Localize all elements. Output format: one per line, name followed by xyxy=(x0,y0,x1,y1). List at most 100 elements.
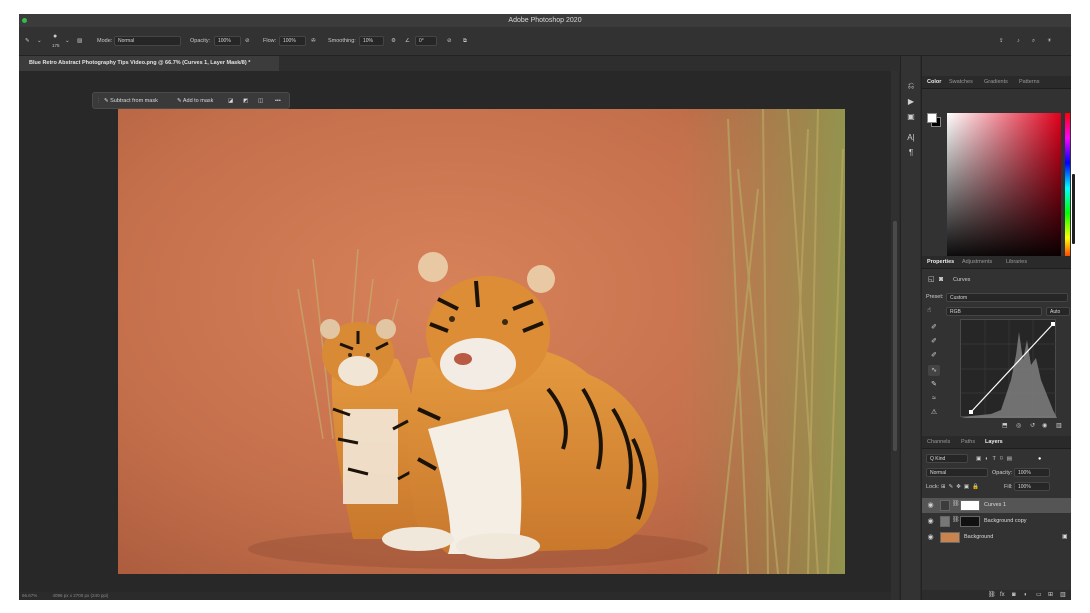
pencil-icon[interactable]: ✎ xyxy=(928,379,940,390)
canvas-vertical-scrollbar[interactable] xyxy=(891,71,899,600)
tool-preset-chevron-icon[interactable]: ⌄ xyxy=(37,36,42,47)
layer-opacity-field[interactable]: 100% xyxy=(1014,468,1050,477)
layer-mask-thumb[interactable] xyxy=(960,500,980,511)
brush-size-chevron-icon[interactable]: ⌄ xyxy=(65,36,70,47)
lightbulb-icon[interactable]: ☀ xyxy=(1047,36,1052,47)
brush-settings-icon[interactable]: ▨ xyxy=(77,36,82,47)
tab-gradients[interactable]: Gradients xyxy=(984,76,1008,89)
new-layer-icon[interactable]: ⊞ xyxy=(1048,590,1053,600)
scrollbar-thumb[interactable] xyxy=(893,221,897,451)
layer-thumb xyxy=(940,516,950,527)
document-canvas-image[interactable] xyxy=(118,109,845,574)
layer-row[interactable]: ◉ ⛓ Curves 1 xyxy=(922,498,1071,513)
document-tab[interactable]: Blue Retro Abstract Photography Tips Vid… xyxy=(19,56,279,71)
tab-adjustments[interactable]: Adjustments xyxy=(962,256,992,269)
layer-row[interactable]: ◉ Background ▣ xyxy=(922,530,1071,545)
tab-color[interactable]: Color xyxy=(927,76,941,89)
reset-icon[interactable]: ↺ xyxy=(1030,420,1035,432)
comments-icon[interactable]: ▣ xyxy=(905,111,917,123)
layer-row[interactable]: ◉ ⛓ Background copy xyxy=(922,514,1071,529)
tab-layers[interactable]: Layers xyxy=(985,436,1003,449)
clipping-warning-icon[interactable]: ⚠ xyxy=(928,407,940,418)
mask-options-icon[interactable]: ◪ xyxy=(228,96,233,107)
invert-mask-icon[interactable]: ◩ xyxy=(243,96,248,107)
black-point-eyedropper-icon[interactable]: ✐ xyxy=(928,322,940,333)
filter-icons[interactable]: ▣◐T⌑▤ xyxy=(976,453,1016,465)
pressure-opacity-icon[interactable]: ⊘ xyxy=(245,36,250,47)
preset-select[interactable]: Custom xyxy=(946,293,1068,302)
tab-libraries[interactable]: Libraries xyxy=(1006,256,1027,269)
window-close-dot[interactable] xyxy=(22,18,27,23)
tab-paths[interactable]: Paths xyxy=(961,436,975,449)
fill-field[interactable]: 100% xyxy=(1014,482,1050,491)
share-icon[interactable]: ⇪ xyxy=(999,36,1004,47)
chain-icon[interactable]: ⛓ xyxy=(952,500,960,507)
mode-select[interactable]: Normal xyxy=(114,36,181,46)
tab-bar-empty xyxy=(279,56,919,71)
opacity-field[interactable]: 100% xyxy=(214,36,241,46)
tab-swatches[interactable]: Swatches xyxy=(949,76,973,89)
visibility-icon[interactable]: ◉ xyxy=(1042,420,1047,432)
curves-graph[interactable] xyxy=(960,319,1057,418)
curves-adjustment-icon: ◱ xyxy=(928,276,935,283)
smooth-curve-icon[interactable]: ≈ xyxy=(928,393,940,404)
angle-field[interactable]: 0° xyxy=(415,36,437,46)
channel-select[interactable]: RGB xyxy=(946,307,1042,316)
symmetry-icon[interactable]: ⧉ xyxy=(463,36,467,47)
hue-slider[interactable] xyxy=(1065,113,1070,263)
tab-channels[interactable]: Channels xyxy=(927,436,950,449)
add-mask-icon[interactable]: ◙ xyxy=(1012,590,1016,600)
search-icon[interactable]: ⌕ xyxy=(1032,36,1035,47)
layer-mask-thumb[interactable] xyxy=(960,516,980,527)
group-icon[interactable]: ▭ xyxy=(1036,590,1042,600)
zoom-level[interactable]: 66.67% xyxy=(22,593,37,598)
clip-to-layer-icon[interactable]: ⬒ xyxy=(1002,420,1008,432)
lock-icon: ▣ xyxy=(1062,534,1068,540)
paragraph-icon[interactable]: ¶ xyxy=(905,147,917,159)
history-icon[interactable]: ⎌ xyxy=(905,80,917,92)
trash-icon[interactable]: ▥ xyxy=(1060,590,1066,600)
properties-panel-tabs: Properties Adjustments Libraries xyxy=(922,256,1071,269)
blend-mode-select[interactable]: Normal xyxy=(926,468,988,477)
view-previous-icon[interactable]: ◎ xyxy=(1016,420,1021,432)
lock-label: Lock: xyxy=(926,484,940,490)
gear-icon[interactable]: ⚙ xyxy=(391,36,396,47)
character-icon[interactable]: A| xyxy=(905,132,917,144)
brush-icon[interactable]: ✎ xyxy=(25,36,30,47)
actions-play-icon[interactable]: ▶ xyxy=(905,96,917,108)
color-picker-field[interactable] xyxy=(947,113,1061,263)
flow-field[interactable]: 100% xyxy=(279,36,306,46)
angle-icon: ∠ xyxy=(405,38,410,44)
chain-icon[interactable]: ⛓ xyxy=(952,516,960,523)
eye-icon[interactable]: ◉ xyxy=(926,501,935,510)
tab-properties[interactable]: Properties xyxy=(927,256,954,269)
photoshop-window: Adobe Photoshop 2020 ✎ ⌄ ● 175 ⌄ ▨ Mode:… xyxy=(19,14,1071,600)
smoothing-field[interactable]: 10% xyxy=(359,36,384,46)
eye-icon[interactable]: ◉ xyxy=(926,517,935,526)
curve-point-tool-icon[interactable]: ∿ xyxy=(928,365,940,376)
bell-icon[interactable]: ♪ xyxy=(1017,36,1020,47)
add-to-mask-button[interactable]: ✎ Add to mask xyxy=(177,96,213,107)
gray-point-eyedropper-icon[interactable]: ✐ xyxy=(928,336,940,347)
title-bar: Adobe Photoshop 2020 xyxy=(19,14,1071,27)
pressure-size-icon[interactable]: ⊘ xyxy=(447,36,452,47)
mode-label: Mode: xyxy=(97,38,113,44)
white-point-eyedropper-icon[interactable]: ✐ xyxy=(928,350,940,361)
filter-toggle-icon[interactable]: ● xyxy=(1038,453,1041,465)
link-layers-icon[interactable]: ⛓ xyxy=(988,590,996,600)
fill-mask-icon[interactable]: ◫ xyxy=(258,96,263,107)
more-options-icon[interactable]: ••• xyxy=(275,96,281,107)
airbrush-icon[interactable]: ✇ xyxy=(311,36,316,47)
fx-icon[interactable]: fx xyxy=(1000,590,1005,600)
lock-icon[interactable]: ⊞✎✥▣🔒 xyxy=(941,481,982,493)
subtract-from-mask-button[interactable]: ✎ Subtract from mask xyxy=(104,96,158,107)
adjustment-layer-icon[interactable]: ◐ xyxy=(1024,590,1028,600)
kind-filter-select[interactable]: Q Kind xyxy=(926,454,968,463)
tab-patterns[interactable]: Patterns xyxy=(1019,76,1039,89)
foreground-color-swatch[interactable] xyxy=(927,113,937,123)
eye-icon[interactable]: ◉ xyxy=(926,533,935,542)
auto-button[interactable]: Auto xyxy=(1046,307,1070,316)
trash-icon[interactable]: ▥ xyxy=(1056,420,1062,432)
target-adjust-icon[interactable]: ☝ xyxy=(927,305,931,317)
drag-handle-icon[interactable]: ⋮ xyxy=(96,96,102,107)
